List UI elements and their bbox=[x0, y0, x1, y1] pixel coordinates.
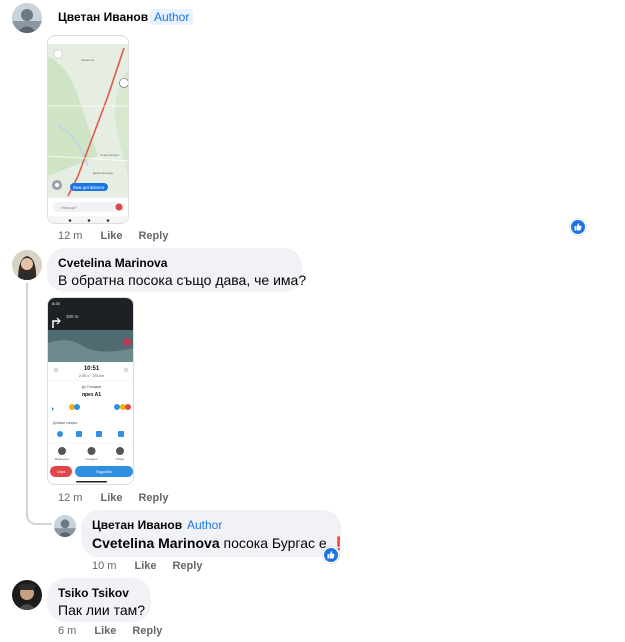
comment-author-name[interactable]: Tsiko Tsikov bbox=[58, 586, 129, 600]
comment-time[interactable]: 12 m bbox=[58, 492, 82, 504]
nav-bottom-label: Обзор bbox=[116, 457, 125, 461]
nav-eta: 10:51 bbox=[84, 366, 100, 372]
nav-distance: 300 m bbox=[66, 314, 79, 319]
like-link[interactable]: Like bbox=[134, 560, 156, 572]
comment-meta: 6 m Like Reply bbox=[58, 625, 178, 637]
comment-bubble: Cvetelina Marinova В обратна посока също… bbox=[47, 248, 306, 292]
reply-link[interactable]: Reply bbox=[138, 230, 168, 242]
reply-link[interactable]: Reply bbox=[132, 625, 162, 637]
avatar[interactable] bbox=[54, 515, 76, 537]
comment-meta: 12 m Like Reply bbox=[58, 230, 184, 242]
nav-bottom-label: Маршрути bbox=[55, 457, 70, 461]
map-place-label: Димитровград bbox=[93, 171, 113, 175]
comment-meta: 12 m Like Reply bbox=[58, 492, 184, 504]
author-badge: Author bbox=[150, 9, 194, 25]
like-link[interactable]: Like bbox=[100, 230, 122, 242]
mention-link[interactable]: Cvetelina Marinova bbox=[92, 535, 220, 551]
nav-bottom-label: Сподели bbox=[85, 457, 97, 461]
comment-time[interactable]: 10 m bbox=[92, 560, 116, 572]
reply-thread-line bbox=[26, 283, 52, 525]
navigation-image: 8:25 300 m 10:51 2:26 ч. · 276 km До Пло… bbox=[48, 298, 133, 484]
nav-add-stop: Добави спирка bbox=[53, 421, 77, 425]
map-place-label: Казанлък bbox=[81, 58, 95, 62]
map-place-label: Стара Загора bbox=[100, 153, 119, 157]
like-link[interactable]: Like bbox=[100, 492, 122, 504]
like-reaction-icon[interactable] bbox=[323, 547, 339, 563]
comment-text: В обратна посока също дава, че има? bbox=[58, 272, 307, 288]
avatar[interactable] bbox=[12, 3, 42, 33]
reply-link[interactable]: Reply bbox=[172, 560, 202, 572]
nav-status-time: 8:25 bbox=[52, 301, 61, 306]
map-search-placeholder: Накъде? bbox=[61, 205, 78, 210]
comment-author-name[interactable]: Цветан Иванов bbox=[92, 518, 182, 532]
comment-time[interactable]: 6 m bbox=[58, 625, 76, 637]
nav-eta-sub: 2:26 ч. · 276 km bbox=[79, 374, 104, 378]
nav-via: през А1 bbox=[82, 392, 101, 398]
author-badge: Author bbox=[187, 518, 223, 532]
like-link[interactable]: Like bbox=[94, 625, 116, 637]
avatar[interactable] bbox=[12, 250, 42, 280]
map-screenshot-attachment[interactable]: Виж детайлите Казанлък Стара Загора Дими… bbox=[47, 35, 129, 224]
comment-author-name[interactable]: Cvetelina Marinova bbox=[58, 256, 167, 270]
comment-meta: 10 m Like Reply bbox=[92, 560, 218, 572]
comment-text: Пак лии там? bbox=[58, 602, 146, 618]
comment-text: Cvetelina Marinova посока Бургас е ❗ bbox=[92, 535, 347, 552]
nav-stop-button: Спри bbox=[57, 470, 65, 474]
navigation-screenshot-attachment[interactable]: 8:25 300 m 10:51 2:26 ч. · 276 km До Пло… bbox=[47, 297, 134, 485]
nav-go-button: Подробно bbox=[96, 470, 112, 474]
nav-destination: До Пловдив bbox=[82, 385, 102, 389]
comment-author-name[interactable]: Цветан Иванов bbox=[58, 10, 148, 24]
map-image: Виж детайлите Казанлък Стара Загора Дими… bbox=[48, 36, 128, 223]
like-reaction-icon[interactable] bbox=[570, 219, 586, 235]
comment-bubble: Цветан Иванов Author Cvetelina Marinova … bbox=[81, 510, 347, 557]
comment-time[interactable]: 12 m bbox=[58, 230, 82, 242]
reply-link[interactable]: Reply bbox=[138, 492, 168, 504]
comment-bubble: Tsiko Tsikov Пак лии там? bbox=[47, 578, 151, 622]
comment-text-body: посока Бургас е bbox=[223, 535, 327, 551]
map-chip-label: Виж детайлите bbox=[73, 184, 105, 190]
avatar[interactable] bbox=[12, 580, 42, 610]
